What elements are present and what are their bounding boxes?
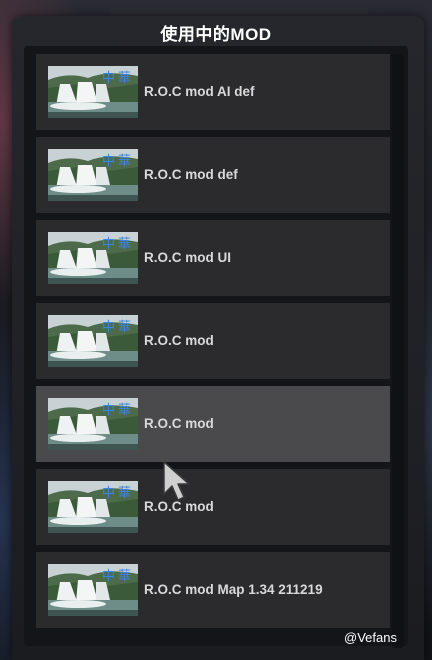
mouse-pointer-icon [163,461,190,501]
mod-item[interactable]: 中華 R.O.C mod [36,303,390,379]
watermark: @Vefans [344,630,397,645]
thumbnail-text: 中華 [102,320,135,335]
mod-item[interactable]: 中華 R.O.C mod Map 1.34 211219 [36,552,390,628]
mod-item[interactable]: 中華 R.O.C mod [36,386,390,462]
waterfall-thumbnail-icon: 中華 [48,315,138,367]
waterfall-thumbnail-icon: 中華 [48,232,138,284]
scrollbar-track[interactable] [392,54,404,648]
waterfall-thumbnail-icon: 中華 [48,398,138,450]
waterfall-thumbnail-icon: 中華 [48,564,138,616]
mod-item[interactable]: 中華 R.O.C mod UI [36,220,390,296]
mod-name: R.O.C mod [144,416,214,431]
mod-name: R.O.C mod [144,333,214,348]
waterfall-thumbnail-icon: 中華 [48,66,138,118]
mod-name: R.O.C mod def [144,167,238,182]
thumbnail-text: 中華 [102,154,135,169]
thumbnail-text: 中華 [102,486,135,501]
mod-item[interactable]: 中華 R.O.C mod AI def [36,54,390,130]
thumbnail-text: 中華 [102,237,135,252]
mod-name: R.O.C mod AI def [144,84,255,99]
waterfall-thumbnail-icon: 中華 [48,149,138,201]
mod-name: R.O.C mod Map 1.34 211219 [144,582,323,597]
mod-item[interactable]: 中華 R.O.C mod def [36,137,390,213]
thumbnail-text: 中華 [102,403,135,418]
panel-title: 使用中的MOD [160,25,272,44]
thumbnail-text: 中華 [102,569,135,584]
mod-name: R.O.C mod UI [144,250,231,265]
mod-item[interactable]: 中華 R.O.C mod [36,469,390,545]
thumbnail-text: 中華 [102,71,135,86]
waterfall-thumbnail-icon: 中華 [48,481,138,533]
